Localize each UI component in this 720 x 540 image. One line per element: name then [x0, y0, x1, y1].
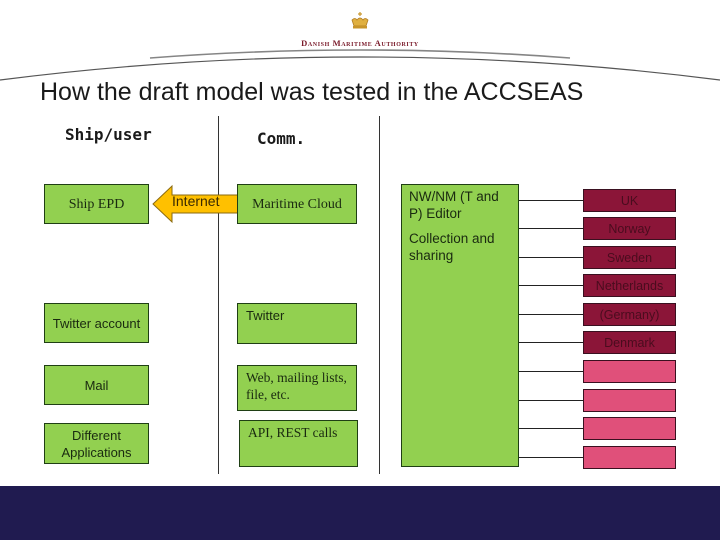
twitter-account-box: Twitter account — [44, 303, 149, 343]
connector-line — [519, 257, 583, 258]
connector-line — [519, 371, 583, 372]
footer-band — [0, 486, 720, 540]
column-divider — [218, 116, 219, 474]
country-box: Denmark — [583, 331, 676, 354]
empty-country-box — [583, 389, 676, 412]
country-box: Norway — [583, 217, 676, 240]
maritime-cloud-box: Maritime Cloud — [237, 184, 357, 224]
column-header-comm: Comm. — [257, 129, 306, 148]
slide-title: How the draft model was tested in the AC… — [40, 78, 584, 106]
connector-line — [519, 200, 583, 201]
twitter-channel-box: Twitter — [237, 303, 357, 344]
column-divider — [379, 116, 380, 474]
connector-line — [519, 228, 583, 229]
country-box: Netherlands — [583, 274, 676, 297]
editor-title: NW/NM (T and P) Editor — [409, 189, 499, 221]
country-box: (Germany) — [583, 303, 676, 326]
connector-line — [519, 400, 583, 401]
ship-epd-box: Ship EPD — [44, 184, 149, 224]
web-mailing-lists-box: Web, mailing lists, file, etc. — [237, 365, 357, 411]
editor-collection-text: Collection and sharing — [409, 231, 495, 263]
empty-country-box — [583, 360, 676, 383]
connector-line — [519, 314, 583, 315]
column-header-ship-user: Ship/user — [65, 125, 152, 144]
connector-line — [519, 457, 583, 458]
internet-label: Internet — [172, 193, 220, 209]
different-applications-box: Different Applications — [44, 423, 149, 464]
connector-line — [519, 285, 583, 286]
mail-box: Mail — [44, 365, 149, 405]
crown-icon — [351, 12, 369, 29]
connector-line — [519, 342, 583, 343]
nwnm-editor-box: NW/NM (T and P) Editor Collection and sh… — [401, 184, 519, 467]
country-box: UK — [583, 189, 676, 212]
empty-country-box — [583, 446, 676, 469]
empty-country-box — [583, 417, 676, 440]
connector-line — [519, 428, 583, 429]
api-rest-calls-box: API, REST calls — [239, 420, 358, 467]
country-box: Sweden — [583, 246, 676, 269]
